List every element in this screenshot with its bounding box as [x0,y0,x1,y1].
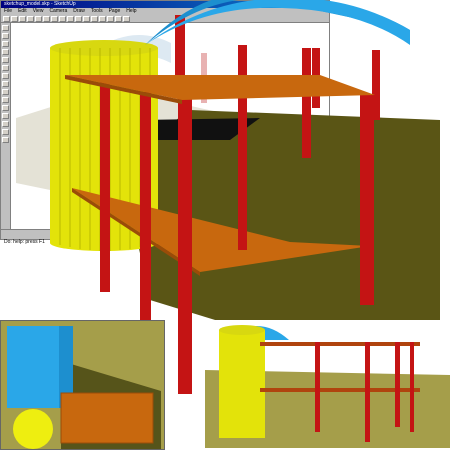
post-back-mid [302,48,311,158]
side-cylinder-top [219,325,265,335]
post-front-left [100,82,110,292]
top-view-inset [0,320,165,450]
top-cylinder [13,409,53,449]
side-view-inset [205,320,450,448]
top-deck [60,392,154,444]
side-cylinder [219,330,265,438]
post-front-center [178,96,192,394]
post-front-right [360,95,374,305]
post-center-left [140,92,151,337]
top-view-render [7,326,161,449]
post-back-right-b [372,50,380,120]
side-view-render [205,325,450,448]
